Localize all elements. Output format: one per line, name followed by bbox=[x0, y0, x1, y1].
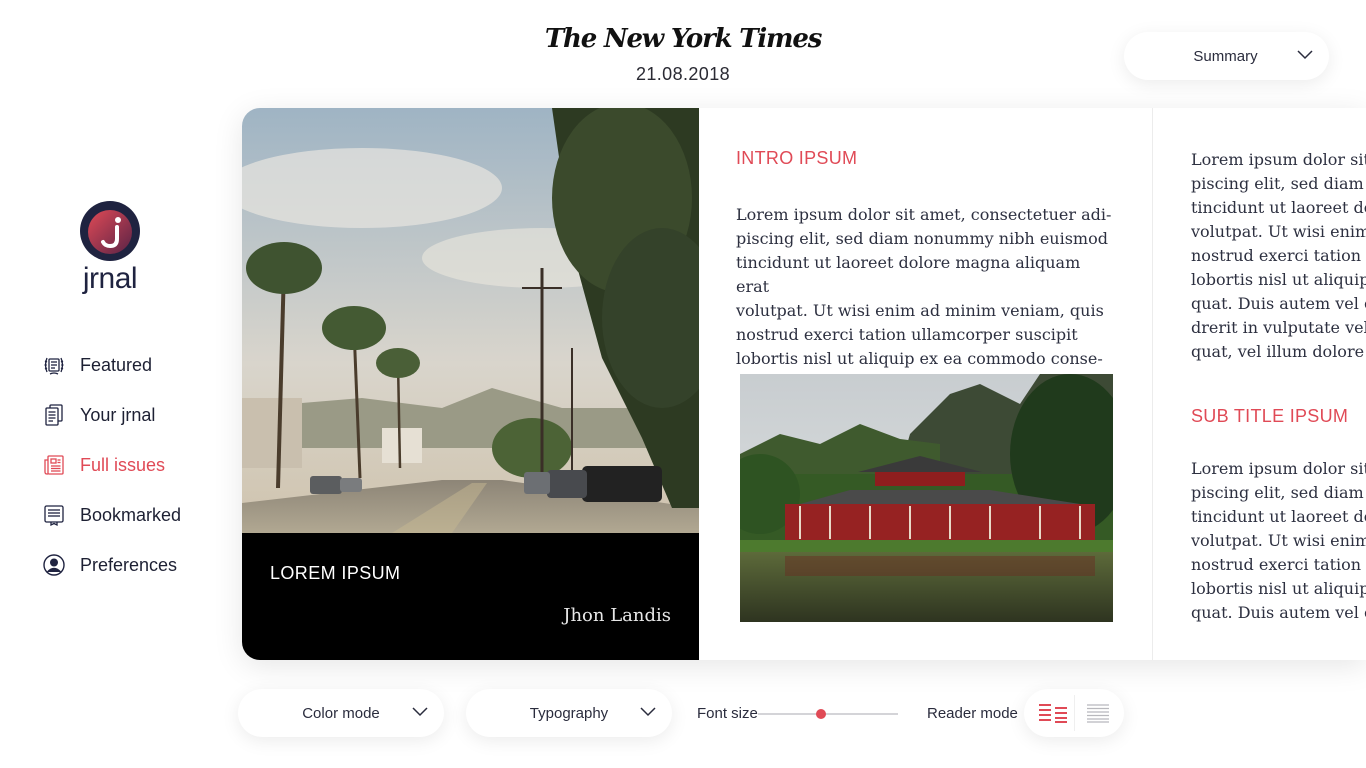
sidebar-item-label: Featured bbox=[80, 354, 153, 375]
sidebar-item-label: Your jrnal bbox=[80, 404, 156, 425]
intro-body: Lorem ipsum dolor sit amet, consectetuer… bbox=[736, 205, 1112, 368]
sidebar-item-label: Bookmarked bbox=[80, 504, 182, 525]
columns-layout-icon bbox=[1039, 704, 1067, 723]
column-2-body: Lorem ipsum dolor sit piscing elit, sed … bbox=[1191, 459, 1366, 622]
sidebar-item-label: Preferences bbox=[80, 554, 178, 575]
chevron-down-icon bbox=[640, 707, 656, 717]
intro-heading: INTRO IPSUM bbox=[736, 148, 858, 168]
reader-mode-columns-button[interactable] bbox=[1024, 689, 1074, 737]
color-mode-dropdown[interactable]: Color mode bbox=[238, 689, 444, 737]
laurel-newspaper-icon bbox=[44, 357, 64, 375]
article-card: LOREM IPSUM Jhon Landis INTRO IPSUM Lore… bbox=[242, 108, 1366, 660]
column-2-body: Lorem ipsum dolor sit piscing elit, sed … bbox=[1191, 150, 1366, 361]
reader-mode-label: Reader mode bbox=[927, 705, 1018, 722]
sub-heading: SUB TITLE IPSUM bbox=[1191, 406, 1349, 426]
user-circle-icon bbox=[43, 554, 65, 576]
hero-title: LOREM IPSUM bbox=[270, 563, 401, 583]
reader-mode-single-button[interactable] bbox=[1074, 689, 1124, 737]
issue-date: 21.08.2018 bbox=[635, 64, 731, 84]
newspaper-icon bbox=[44, 455, 64, 475]
sidebar-item-label: Full issues bbox=[80, 454, 166, 475]
reader-mode-toggle bbox=[1024, 689, 1124, 737]
color-mode-label: Color mode bbox=[302, 704, 380, 722]
font-size-label: Font size bbox=[697, 705, 758, 722]
sidebar-item-featured[interactable]: Featured bbox=[42, 340, 181, 390]
column-divider bbox=[1152, 108, 1153, 660]
brand-name: jrnal bbox=[82, 262, 138, 295]
sidebar-item-full-issues[interactable]: Full issues bbox=[42, 440, 181, 490]
jrnal-logo-icon bbox=[80, 201, 140, 261]
sidebar-item-preferences[interactable]: Preferences bbox=[42, 540, 181, 590]
sidebar-item-bookmarked[interactable]: Bookmarked bbox=[42, 490, 181, 540]
slider-track bbox=[758, 713, 898, 715]
article-column-1: INTRO IPSUM Lorem ipsum dolor sit amet, … bbox=[736, 148, 1116, 371]
masthead-logo: The New York Times bbox=[544, 24, 823, 54]
stacked-pages-icon bbox=[45, 404, 63, 426]
hero-caption: LOREM IPSUM Jhon Landis bbox=[242, 533, 699, 660]
temple-photo bbox=[740, 374, 1113, 622]
hero-photo bbox=[242, 108, 699, 533]
sidebar-item-your-jrnal[interactable]: Your jrnal bbox=[42, 390, 181, 440]
sidebar-nav: Featured Your jrnal Full issues Bookmark… bbox=[42, 340, 181, 590]
typography-dropdown[interactable]: Typography bbox=[466, 689, 672, 737]
chevron-down-icon bbox=[412, 707, 428, 717]
font-size-slider[interactable] bbox=[758, 706, 898, 722]
slider-thumb[interactable] bbox=[816, 709, 826, 719]
single-column-icon bbox=[1087, 704, 1109, 723]
view-select-dropdown[interactable]: Summary bbox=[1124, 32, 1329, 80]
article-column-2: Lorem ipsum dolor sit piscing elit, sed … bbox=[1191, 148, 1366, 625]
author-name: Jhon Landis bbox=[563, 605, 671, 626]
view-select-label: Summary bbox=[1193, 47, 1258, 65]
typography-label: Typography bbox=[529, 704, 609, 722]
chevron-down-icon bbox=[1297, 50, 1313, 60]
bookmark-document-icon bbox=[44, 505, 64, 527]
